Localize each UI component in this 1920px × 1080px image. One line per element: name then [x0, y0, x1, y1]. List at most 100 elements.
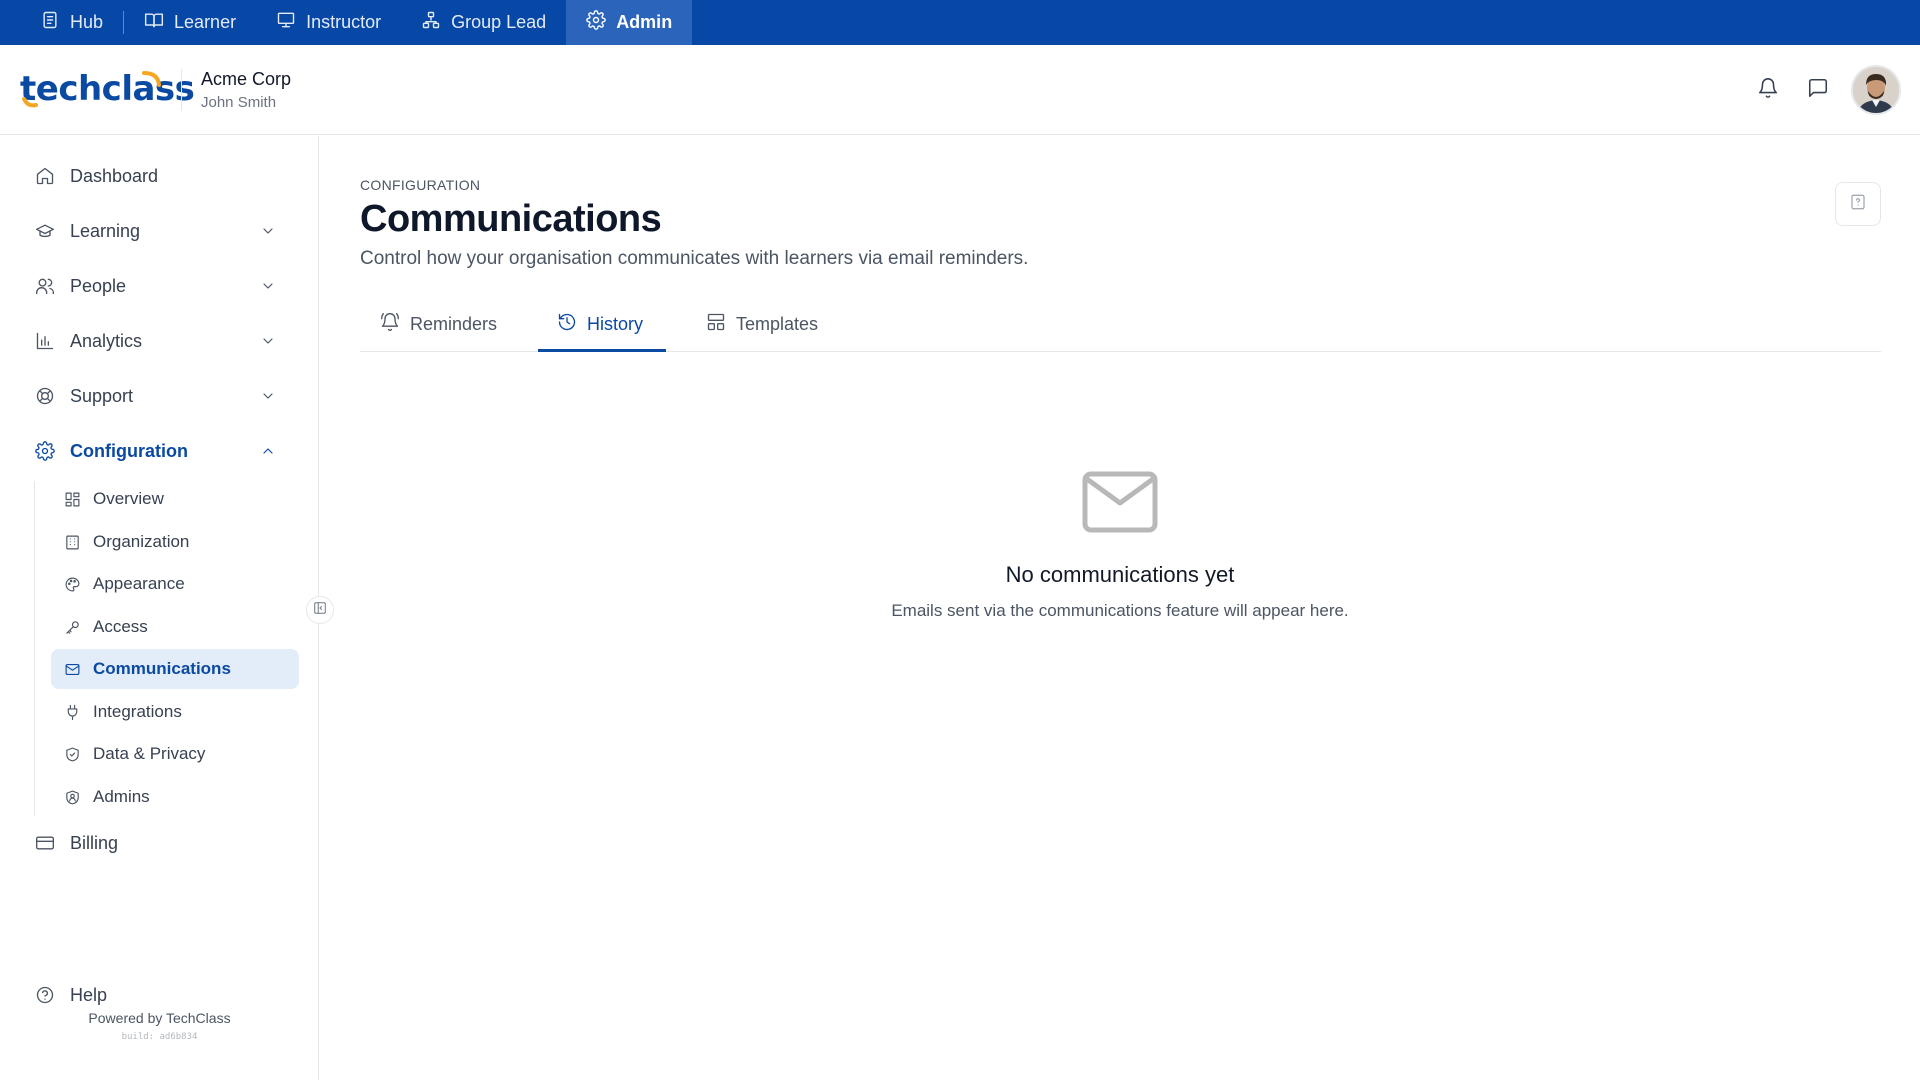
sidebar-subitem-communications[interactable]: Communications [51, 649, 299, 689]
gear-icon [586, 10, 606, 35]
sidebar-item-billing[interactable]: Billing [34, 823, 290, 863]
sidebar-subitem-access[interactable]: Access [51, 607, 299, 647]
chevron-down-icon [260, 388, 276, 404]
graduation-cap-icon [34, 220, 56, 242]
tab-history[interactable]: History [557, 296, 643, 352]
sidebar-subitem-label: Communications [93, 659, 231, 678]
template-icon [706, 312, 726, 337]
main-content: CONFIGURATION Communications Control how… [320, 136, 1920, 1080]
sidebar-item-label: Configuration [70, 440, 188, 461]
sidebar-subitem-admins[interactable]: Admins [51, 777, 299, 817]
logo-arc-icon [22, 71, 161, 108]
submenu-guide-line [34, 481, 35, 816]
network-icon [421, 10, 441, 35]
sidebar-item-dashboard[interactable]: Dashboard [34, 156, 290, 196]
sidebar-item-label: Dashboard [70, 165, 159, 186]
page-eyebrow: CONFIGURATION [360, 177, 481, 193]
sidebar-item-learning[interactable]: Learning [34, 211, 290, 251]
tab-bar: Reminders History Templates [360, 296, 1881, 352]
avatar-image [1853, 67, 1899, 113]
home-icon [34, 165, 56, 187]
hub-icon [40, 10, 60, 35]
notifications-button[interactable] [1757, 77, 1783, 103]
org-name: Acme Corp [201, 69, 292, 89]
sidebar: Dashboard Learning People Analytics Supp… [0, 136, 319, 1080]
shield-check-icon [63, 745, 81, 763]
role-tab-learner[interactable]: Learner [124, 0, 256, 45]
tab-templates[interactable]: Templates [706, 296, 818, 352]
lifebuoy-icon [34, 385, 56, 407]
sidebar-subitem-data-privacy[interactable]: Data & Privacy [51, 734, 299, 774]
sidebar-item-configuration[interactable]: Configuration [34, 431, 290, 471]
powered-by-text: Powered by TechClass [88, 1010, 231, 1026]
sidebar-subitem-label: Appearance [93, 574, 185, 593]
bell-ring-icon [380, 312, 400, 337]
presentation-icon [276, 10, 296, 35]
help-circle-icon [34, 984, 56, 1006]
role-tab-label: Group Lead [451, 12, 547, 32]
tab-label: Templates [736, 313, 819, 334]
sidebar-subitem-appearance[interactable]: Appearance [51, 564, 299, 604]
sidebar-item-label: Learning [70, 220, 141, 241]
active-tab-indicator [538, 349, 666, 352]
sidebar-item-label: Support [70, 385, 134, 406]
sidebar-item-label: Analytics [70, 330, 143, 351]
grid-icon [63, 490, 81, 508]
sidebar-subitem-integrations[interactable]: Integrations [51, 692, 299, 732]
sidebar-subitem-label: Organization [93, 532, 190, 551]
shield-user-icon [63, 788, 81, 806]
role-tab-label: Instructor [306, 12, 382, 32]
sidebar-subitem-label: Overview [93, 489, 164, 508]
palette-icon [63, 575, 81, 593]
mail-icon [63, 660, 81, 678]
empty-state-title: No communications yet [1005, 562, 1235, 587]
page-subtitle: Control how your organisation communicat… [360, 248, 1029, 269]
app-header: techclass Acme Corp John Smith [0, 45, 1920, 135]
gear-icon [34, 440, 56, 462]
sidebar-subitem-label: Integrations [93, 702, 182, 721]
header-divider [181, 69, 182, 111]
sidebar-subitem-label: Access [93, 617, 148, 636]
role-tab-hub[interactable]: Hub [20, 0, 123, 45]
build-version: build: ad6b834 [121, 1032, 198, 1042]
key-icon [63, 618, 81, 636]
message-square-icon [1807, 78, 1829, 103]
bar-chart-icon [34, 330, 56, 352]
sidebar-item-people[interactable]: People [34, 266, 290, 306]
user-name: John Smith [201, 94, 277, 111]
plug-icon [63, 703, 81, 721]
chevron-down-icon [260, 333, 276, 349]
sidebar-item-analytics[interactable]: Analytics [34, 321, 290, 361]
role-tab-label: Admin [616, 12, 673, 32]
bell-icon [1757, 78, 1779, 103]
sidebar-item-help[interactable]: Help [34, 975, 290, 1015]
building-icon [63, 533, 81, 551]
sidebar-item-support[interactable]: Support [34, 376, 290, 416]
sidebar-subitem-organization[interactable]: Organization [51, 522, 299, 562]
sidebar-subitem-overview[interactable]: Overview [51, 479, 299, 519]
messages-button[interactable] [1807, 77, 1833, 103]
book-icon [144, 10, 164, 35]
sidebar-item-label: Billing [70, 832, 119, 853]
chevron-up-icon [260, 443, 276, 459]
sidebar-item-label: Help [70, 984, 108, 1005]
users-icon [34, 275, 56, 297]
empty-state-description: Emails sent via the communications featu… [891, 601, 1349, 620]
page-title: Communications [360, 198, 662, 240]
tab-reminders[interactable]: Reminders [380, 296, 497, 352]
tab-label: Reminders [410, 313, 498, 334]
sidebar-item-label: People [70, 275, 127, 296]
org-switcher[interactable]: Acme Corp John Smith [201, 69, 291, 111]
help-document-icon [1849, 193, 1867, 216]
mail-icon [1082, 471, 1158, 533]
role-tab-admin[interactable]: Admin [566, 0, 693, 45]
chevron-down-icon [260, 278, 276, 294]
techclass-logo[interactable]: techclass [20, 69, 195, 109]
role-switcher-bar: Hub Learner Instructor Group Lead Admin [0, 0, 1920, 45]
credit-card-icon [34, 832, 56, 854]
history-icon [557, 312, 577, 337]
page-help-button[interactable] [1835, 182, 1881, 226]
role-tab-instructor[interactable]: Instructor [256, 0, 401, 45]
role-tab-group-lead[interactable]: Group Lead [401, 0, 566, 45]
user-avatar[interactable] [1851, 65, 1901, 115]
